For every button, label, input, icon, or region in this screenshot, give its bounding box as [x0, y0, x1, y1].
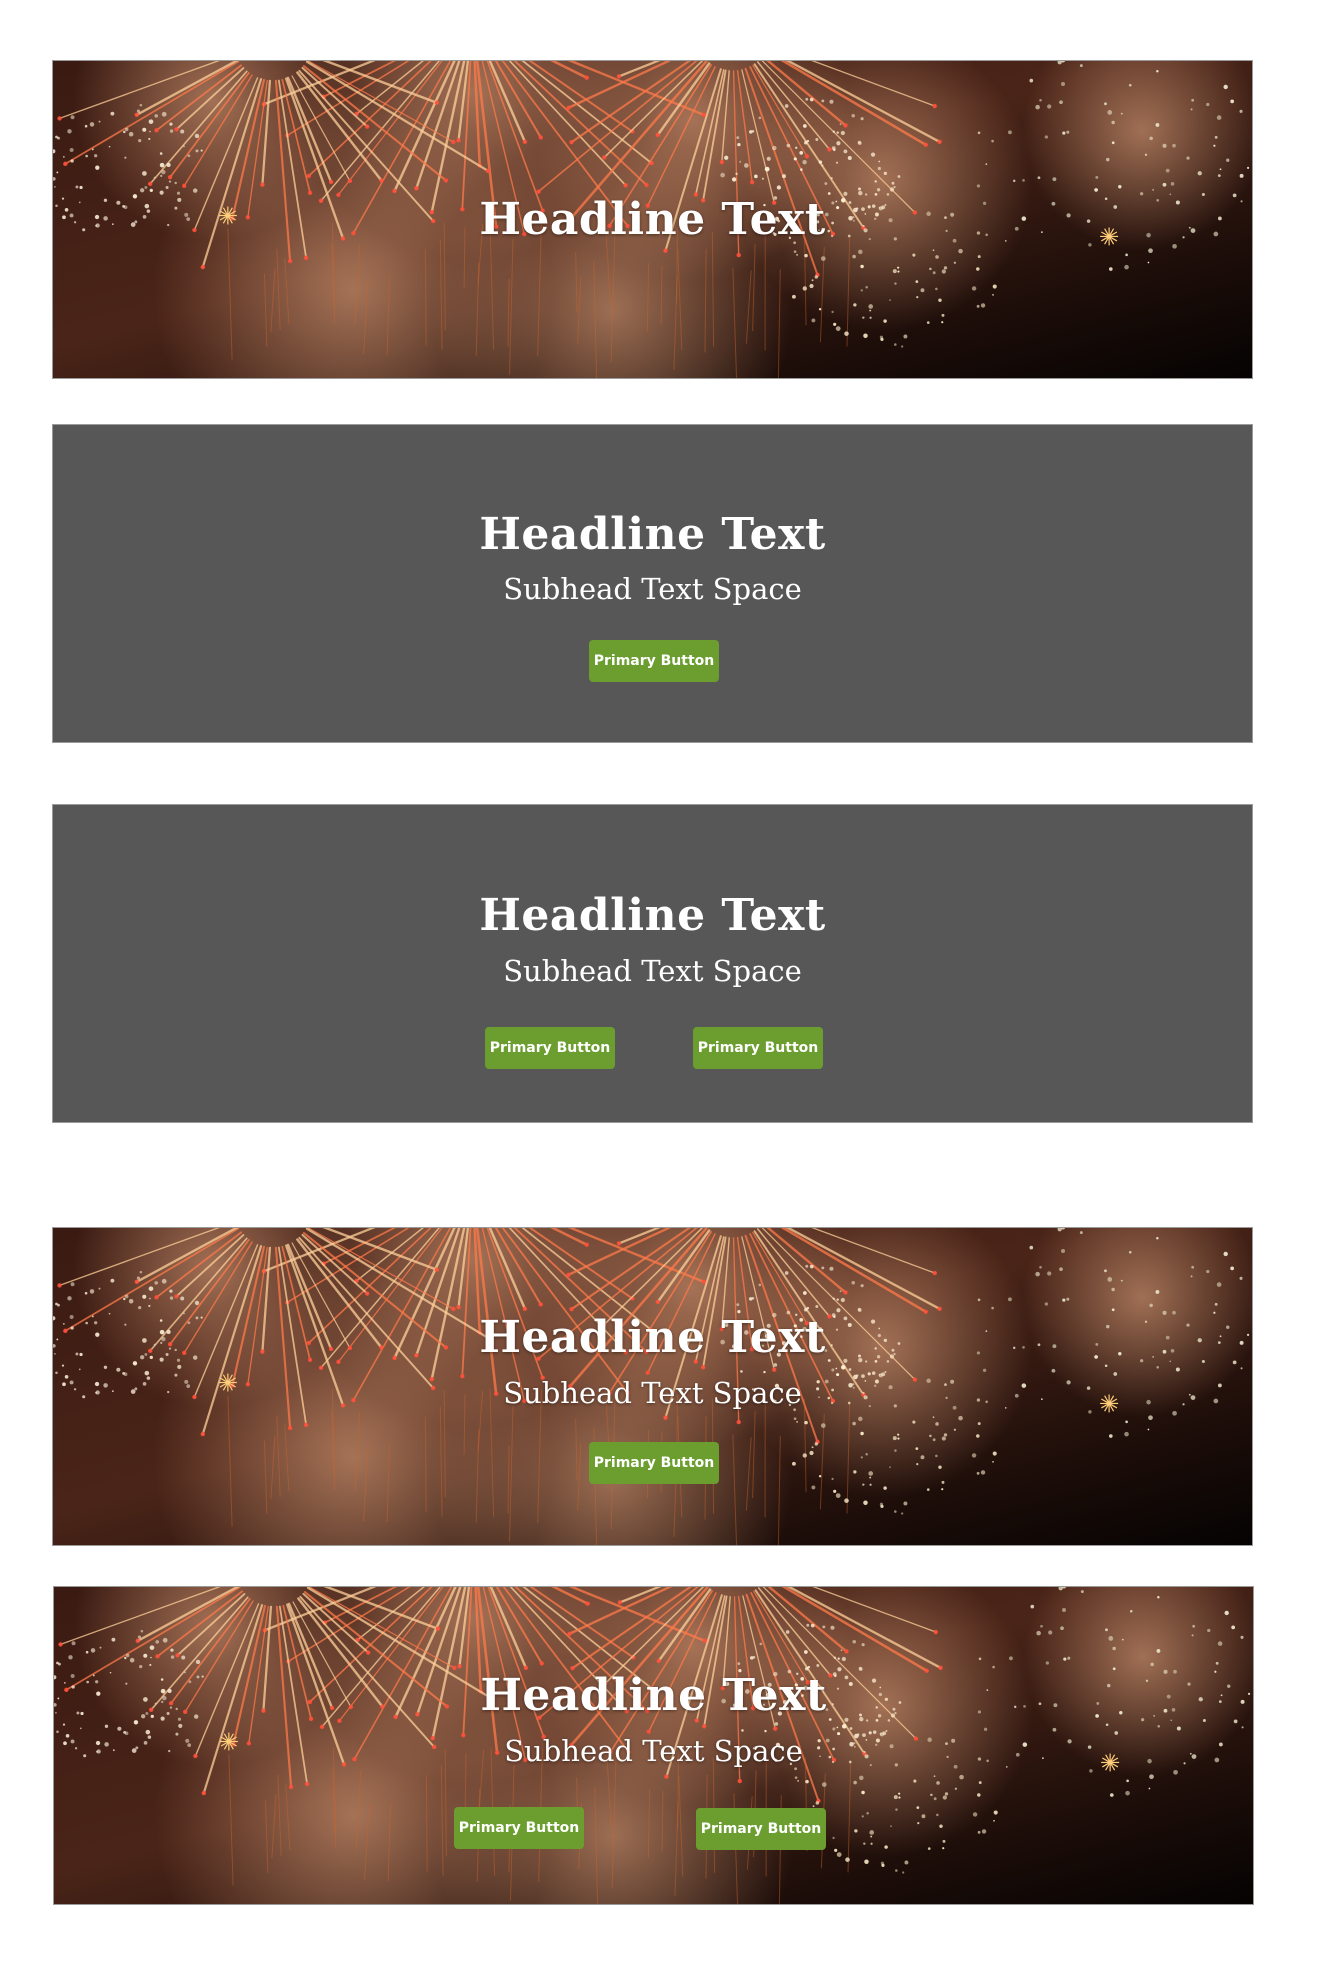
primary-button[interactable]: Primary Button: [589, 640, 719, 682]
primary-button-left[interactable]: Primary Button: [454, 1807, 584, 1849]
banner-subhead: Subhead Text Space: [503, 1376, 802, 1410]
banner-headline: Headline Text: [480, 1670, 827, 1721]
primary-button-right[interactable]: Primary Button: [696, 1808, 826, 1850]
primary-button-right[interactable]: Primary Button: [693, 1027, 823, 1069]
banner-subhead: Subhead Text Space: [503, 954, 802, 988]
primary-button[interactable]: Primary Button: [589, 1442, 719, 1484]
banner-headline: Headline Text: [479, 1312, 826, 1363]
banner-headline: Headline Text: [479, 890, 826, 941]
banner-subhead: Subhead Text Space: [503, 572, 802, 606]
hero-banner-photo-single-button: Headline Text Subhead Text Space Primary…: [52, 1227, 1253, 1546]
banner-subhead: Subhead Text Space: [504, 1734, 803, 1768]
hero-banner-photo-two-buttons: Headline Text Subhead Text Space Primary…: [53, 1586, 1254, 1905]
banner-headline: Headline Text: [479, 509, 826, 560]
hero-banner-solid-single-button: Headline Text Subhead Text Space Primary…: [52, 424, 1253, 743]
primary-button-left[interactable]: Primary Button: [485, 1027, 615, 1069]
hero-banner-photo-headline: Headline Text: [52, 60, 1253, 379]
hero-banner-solid-two-buttons: Headline Text Subhead Text Space Primary…: [52, 804, 1253, 1123]
banner-headline: Headline Text: [479, 194, 826, 245]
